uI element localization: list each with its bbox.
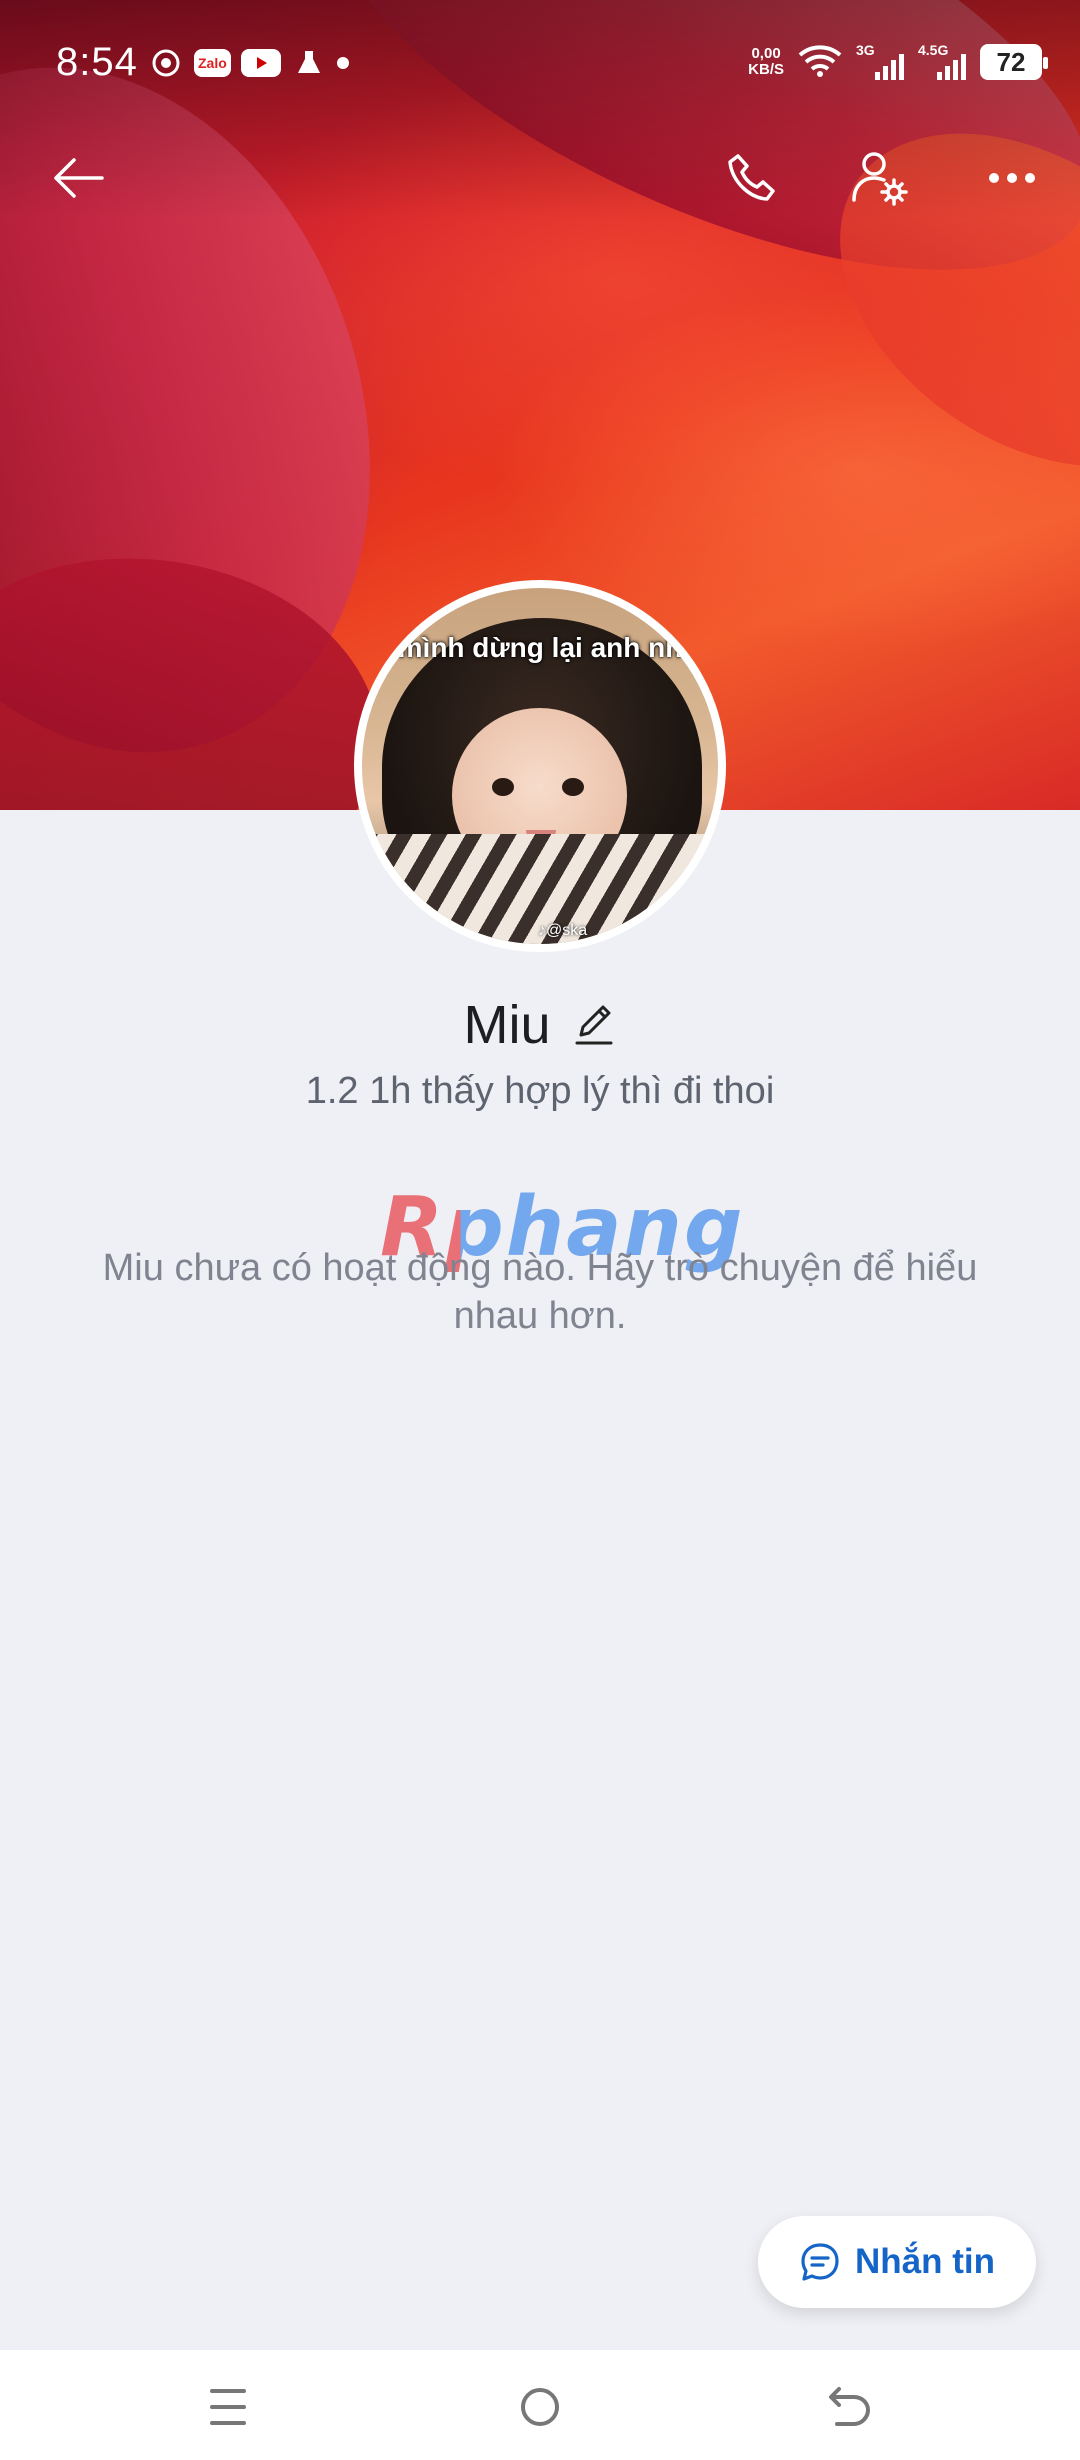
system-status-icons: 0,00 KB/S 3G 4.5G 72 — [748, 42, 1048, 82]
edit-name-button[interactable] — [573, 1003, 617, 1047]
system-nav-bar — [0, 2350, 1080, 2460]
signal-4-5g: 4.5G — [918, 42, 966, 82]
avatar-caption: mình dừng lại anh nh — [397, 632, 683, 663]
arrow-left-icon — [54, 158, 104, 198]
status-time: 8:54 — [56, 40, 138, 84]
more-horizontal-icon — [989, 173, 1035, 183]
phone-icon — [728, 154, 775, 201]
signal-3g: 3G — [856, 42, 904, 82]
battery-indicator: 72 — [980, 44, 1048, 80]
profile-name-row: Miu — [0, 994, 1080, 1056]
send-message-label: Nhắn tin — [855, 2242, 995, 2281]
chat-bubble-icon — [801, 2243, 839, 2281]
signal-bars-icon — [875, 54, 904, 80]
home-circle-icon — [521, 2388, 559, 2426]
more-options-button[interactable] — [972, 138, 1052, 218]
avatar-photo: mình dừng lại anh nh ♪@ska — [362, 588, 718, 944]
recent-apps-button[interactable] — [188, 2372, 268, 2442]
empty-activity-message: Miu chưa có hoạt động nào. Hãy trò chuyệ… — [102, 1247, 978, 1337]
call-button[interactable] — [712, 138, 792, 218]
back-button[interactable] — [38, 138, 118, 218]
user-settings-icon — [852, 152, 908, 206]
send-message-button[interactable]: Nhắn tin — [758, 2216, 1036, 2308]
chrome-icon — [148, 48, 184, 78]
youtube-icon — [240, 49, 281, 77]
profile-avatar[interactable]: mình dừng lại anh nh ♪@ska — [354, 580, 726, 952]
home-button[interactable] — [500, 2372, 580, 2442]
profile-name: Miu — [463, 995, 551, 1055]
avatar-tiktok-tag: ♪@ska — [538, 922, 588, 939]
zalo-icon: Zalo — [194, 49, 231, 77]
status-bar: 8:54 Zalo 0,00 KB/S 3G 4.5G 72 — [0, 0, 1080, 130]
pencil-icon — [575, 1005, 612, 1045]
signal-bars-icon — [937, 54, 966, 80]
profile-settings-button[interactable] — [840, 138, 920, 218]
lab-flask-icon — [291, 48, 327, 78]
menu-icon — [210, 2389, 246, 2425]
dot-icon — [336, 57, 349, 69]
notification-icons: Zalo — [148, 48, 349, 78]
net-speed: 0,00 KB/S — [748, 45, 784, 78]
wifi-icon — [798, 43, 842, 82]
profile-bio: 1.2 1h thấy hợp lý thì đi thoi — [305, 1070, 775, 1112]
system-back-button[interactable] — [810, 2372, 890, 2442]
back-curve-icon — [829, 2387, 871, 2426]
